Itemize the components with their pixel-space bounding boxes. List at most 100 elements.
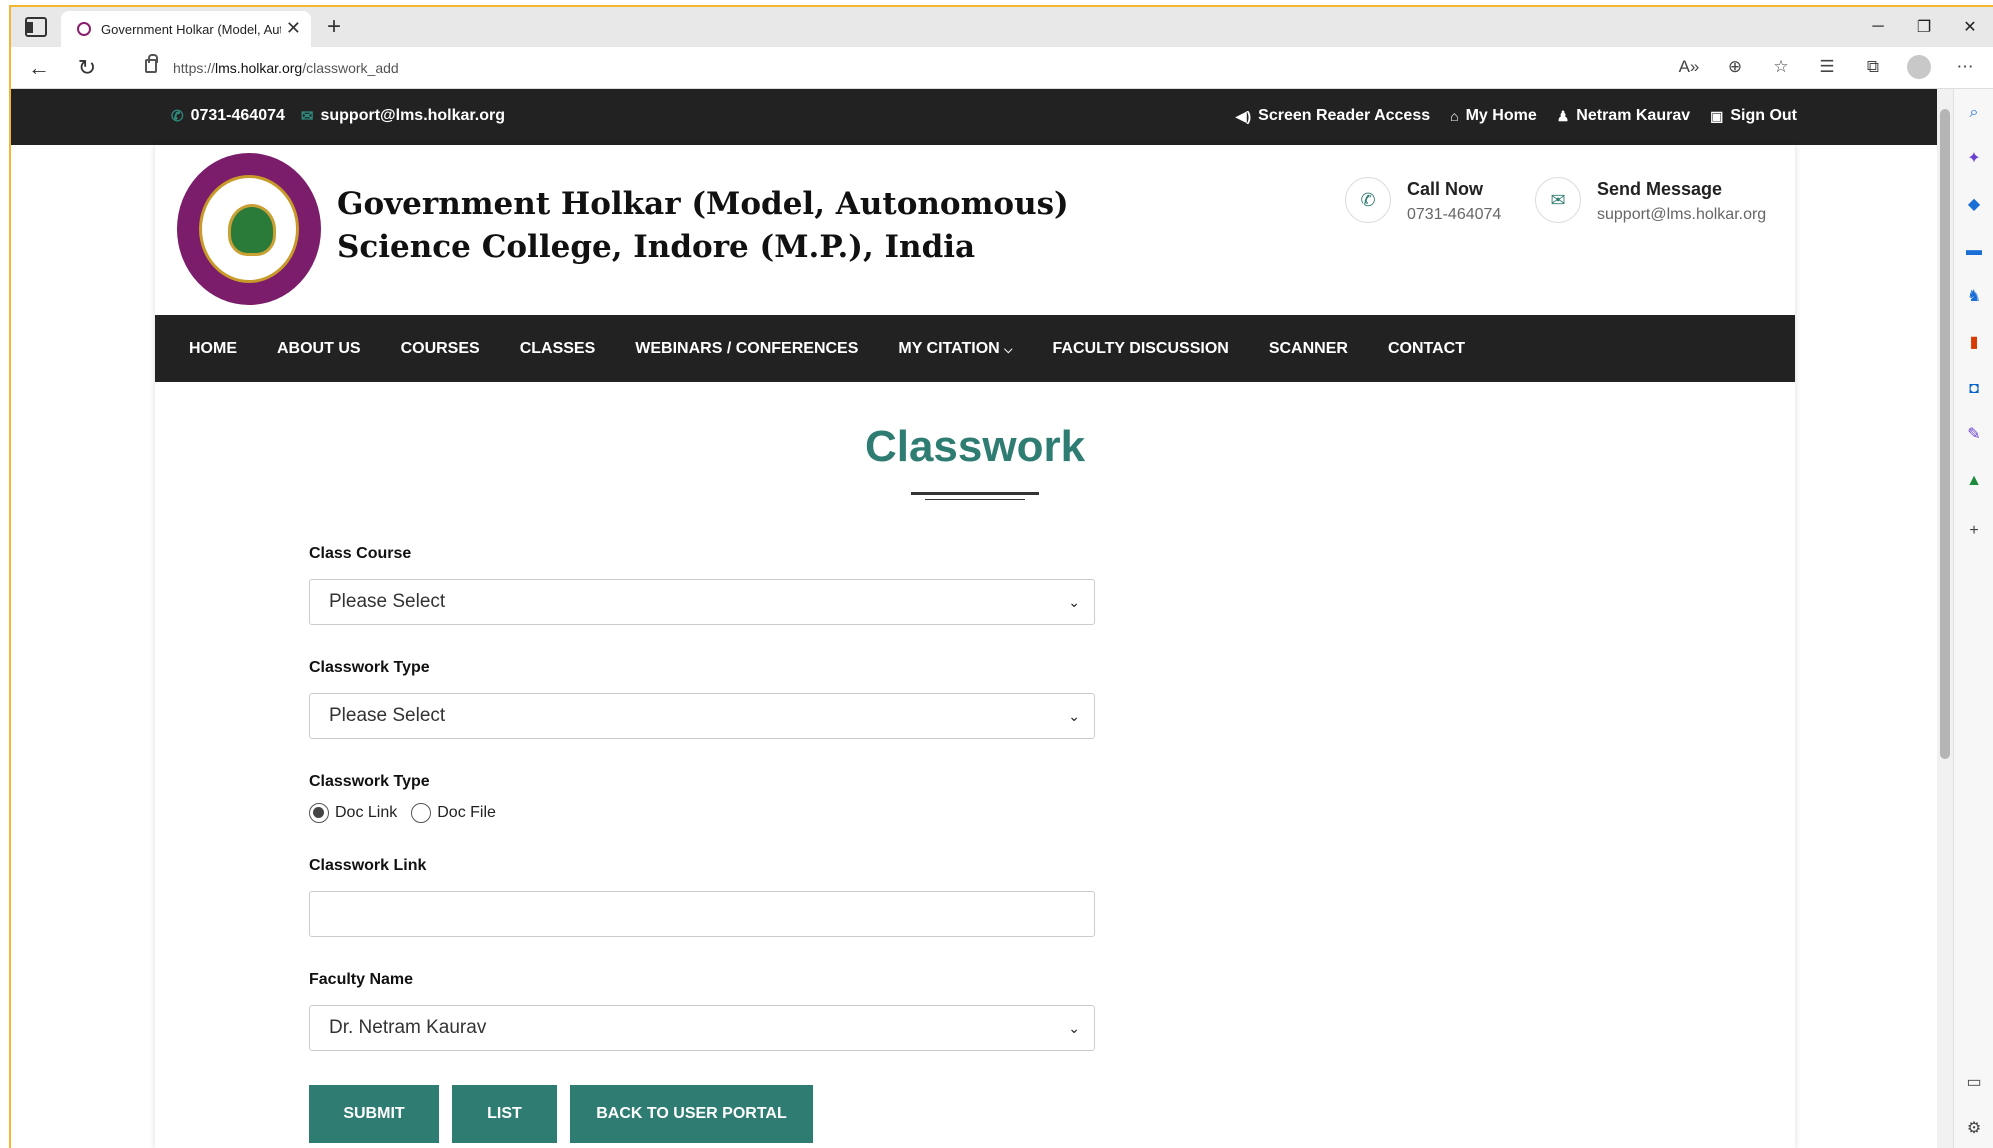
- title-divider-thin: [925, 499, 1025, 500]
- send-message-title: Send Message: [1597, 179, 1723, 199]
- my-home-link[interactable]: ⌂ My Home: [1450, 107, 1537, 125]
- user-name-label: Netram Kaurav: [1576, 107, 1691, 124]
- radio-doc-file[interactable]: Doc File: [411, 803, 496, 823]
- search-icon[interactable]: ⌕: [1964, 103, 1984, 123]
- sign-out-link[interactable]: ▣ Sign Out: [1710, 107, 1797, 125]
- settings-gear-icon[interactable]: ⚙: [1964, 1119, 1984, 1139]
- read-aloud-icon[interactable]: A»: [1677, 55, 1701, 79]
- submit-button[interactable]: SUBMIT: [309, 1085, 439, 1143]
- close-tab-icon[interactable]: ✕: [286, 18, 301, 39]
- list-button[interactable]: LIST: [452, 1085, 557, 1143]
- nav-contact[interactable]: CONTACT: [1388, 340, 1465, 358]
- more-menu-icon[interactable]: ⋯: [1953, 55, 1977, 79]
- classwork-link-label: Classwork Link: [309, 857, 427, 874]
- nav-courses[interactable]: COURSES: [401, 340, 480, 358]
- restore-icon[interactable]: ❐: [1901, 7, 1947, 47]
- classwork-type-radio-label: Classwork Type: [309, 773, 430, 790]
- title-divider: [911, 492, 1039, 495]
- college-logo[interactable]: [177, 153, 321, 305]
- minimize-icon[interactable]: ─: [1855, 7, 1901, 47]
- classwork-link-input[interactable]: [309, 891, 1095, 937]
- favorites-icon[interactable]: ☰: [1815, 55, 1839, 79]
- class-course-select[interactable]: Please Select ⌄: [309, 579, 1095, 625]
- new-tab-icon[interactable]: +: [327, 13, 341, 41]
- tools-icon[interactable]: ▬: [1964, 241, 1984, 261]
- classwork-type-select[interactable]: Please Select ⌄: [309, 693, 1095, 739]
- logo-shield-icon: [228, 204, 276, 256]
- nav-faculty-discussion[interactable]: FACULTY DISCUSSION: [1053, 340, 1229, 358]
- radio-doc-file-input[interactable]: [411, 803, 432, 823]
- close-window-icon[interactable]: ✕: [1947, 7, 1993, 47]
- lock-icon: ▣: [1710, 107, 1724, 124]
- top-info-bar: ✆ 0731-464074 ✉ support@lms.holkar.org ◀…: [11, 89, 1937, 145]
- radio-doc-link[interactable]: Doc Link: [309, 803, 397, 823]
- nav-webinars[interactable]: WEBINARS / CONFERENCES: [635, 340, 858, 358]
- topbar-phone-text: 0731-464074: [190, 107, 285, 124]
- games-icon[interactable]: ♞: [1964, 287, 1984, 307]
- collections-icon[interactable]: ⧉: [1861, 55, 1885, 79]
- back-to-portal-button[interactable]: BACK TO USER PORTAL: [570, 1085, 813, 1143]
- address-tools: A» ⊕ ☆ ☰ ⧉ ⋯: [1677, 55, 1977, 79]
- designer-icon[interactable]: ✎: [1964, 425, 1984, 445]
- radio-doc-file-label: Doc File: [437, 804, 496, 821]
- envelope-icon: ✉: [300, 108, 314, 125]
- radio-doc-link-input[interactable]: [309, 803, 329, 823]
- sidebar-toggle-icon[interactable]: ▭: [1964, 1073, 1984, 1093]
- shopping-tag-icon[interactable]: ◆: [1964, 195, 1984, 215]
- page-viewport: ✆ 0731-464074 ✉ support@lms.holkar.org ◀…: [11, 89, 1937, 1148]
- address-bar: ← ↻ https://lms.holkar.org/classwork_add…: [11, 47, 1993, 89]
- class-course-value: Please Select: [329, 591, 446, 612]
- page-title: Classwork: [864, 422, 1086, 471]
- topbar-email[interactable]: ✉ support@lms.holkar.org: [301, 107, 505, 125]
- browser-tab[interactable]: Government Holkar (Model, Autonomous) Sc…: [61, 11, 311, 47]
- call-now-title: Call Now: [1407, 179, 1484, 199]
- tree-icon[interactable]: ▲: [1964, 471, 1984, 491]
- speaker-icon: ◀): [1235, 107, 1252, 124]
- nav-home[interactable]: HOME: [189, 340, 237, 358]
- nav-scanner[interactable]: SCANNER: [1269, 340, 1348, 358]
- url-field[interactable]: https://lms.holkar.org/classwork_add: [123, 53, 1708, 83]
- url-text: https://lms.holkar.org/classwork_add: [173, 60, 399, 76]
- user-icon: ♟: [1556, 107, 1570, 124]
- my-home-label: My Home: [1465, 107, 1537, 124]
- call-now-number: 0731-464074: [1407, 206, 1502, 223]
- office-icon[interactable]: ▮: [1964, 333, 1984, 353]
- phone-icon: ✆: [171, 108, 184, 125]
- classwork-form: Class Course Please Select ⌄ Classwork T…: [309, 545, 1095, 1143]
- faculty-name-select[interactable]: Dr. Netram Kaurav ⌄: [309, 1005, 1095, 1051]
- call-now-block[interactable]: ✆ Call Now 0731-464074: [1345, 177, 1501, 224]
- tab-actions-icon[interactable]: [25, 17, 47, 37]
- envelope-icon: ✉: [1535, 177, 1581, 223]
- faculty-name-label: Faculty Name: [309, 971, 414, 988]
- outlook-icon[interactable]: ◘: [1964, 379, 1984, 399]
- profile-avatar[interactable]: [1907, 55, 1931, 79]
- nav-about-us[interactable]: ABOUT US: [277, 340, 361, 358]
- nav-classes[interactable]: CLASSES: [520, 340, 596, 358]
- refresh-icon[interactable]: ↻: [73, 55, 101, 81]
- user-link[interactable]: ♟ Netram Kaurav: [1557, 107, 1690, 125]
- browser-side-panel: ⌕ ✦ ◆ ▬ ♞ ▮ ◘ ✎ ▲ + ▭ ⚙: [1953, 89, 1993, 1148]
- back-arrow-icon[interactable]: ←: [25, 55, 53, 81]
- add-favorite-icon[interactable]: ☆: [1769, 55, 1793, 79]
- zoom-icon[interactable]: ⊕: [1723, 55, 1747, 79]
- chevron-down-icon: ⌄: [1068, 707, 1080, 724]
- site-header: Government Holkar (Model, Autonomous) Sc…: [155, 145, 1795, 315]
- topbar-email-text: support@lms.holkar.org: [320, 107, 505, 124]
- page-scrollbar[interactable]: [1937, 89, 1953, 1148]
- main-nav: HOME ABOUT US COURSES CLASSES WEBINARS /…: [155, 315, 1795, 382]
- main-container: Government Holkar (Model, Autonomous) Sc…: [155, 145, 1795, 1148]
- copilot-icon[interactable]: ✦: [1964, 149, 1984, 169]
- send-message-block[interactable]: ✉ Send Message support@lms.holkar.org: [1535, 177, 1766, 224]
- sign-out-label: Sign Out: [1730, 107, 1797, 124]
- phone-icon: ✆: [1345, 177, 1391, 223]
- topbar-phone[interactable]: ✆ 0731-464074: [171, 107, 285, 125]
- screen-reader-link[interactable]: ◀) Screen Reader Access: [1236, 107, 1430, 125]
- scrollbar-thumb[interactable]: [1940, 109, 1950, 759]
- college-name: Government Holkar (Model, Autonomous) Sc…: [337, 183, 1069, 269]
- chevron-down-icon: ⌄: [1068, 593, 1080, 610]
- college-name-line2: Science College, Indore (M.P.), India: [337, 229, 976, 265]
- add-icon[interactable]: +: [1964, 521, 1984, 541]
- nav-my-citation[interactable]: MY CITATION ⌵: [898, 340, 1012, 358]
- favicon-icon: [77, 22, 91, 36]
- faculty-name-value: Dr. Netram Kaurav: [329, 1017, 487, 1038]
